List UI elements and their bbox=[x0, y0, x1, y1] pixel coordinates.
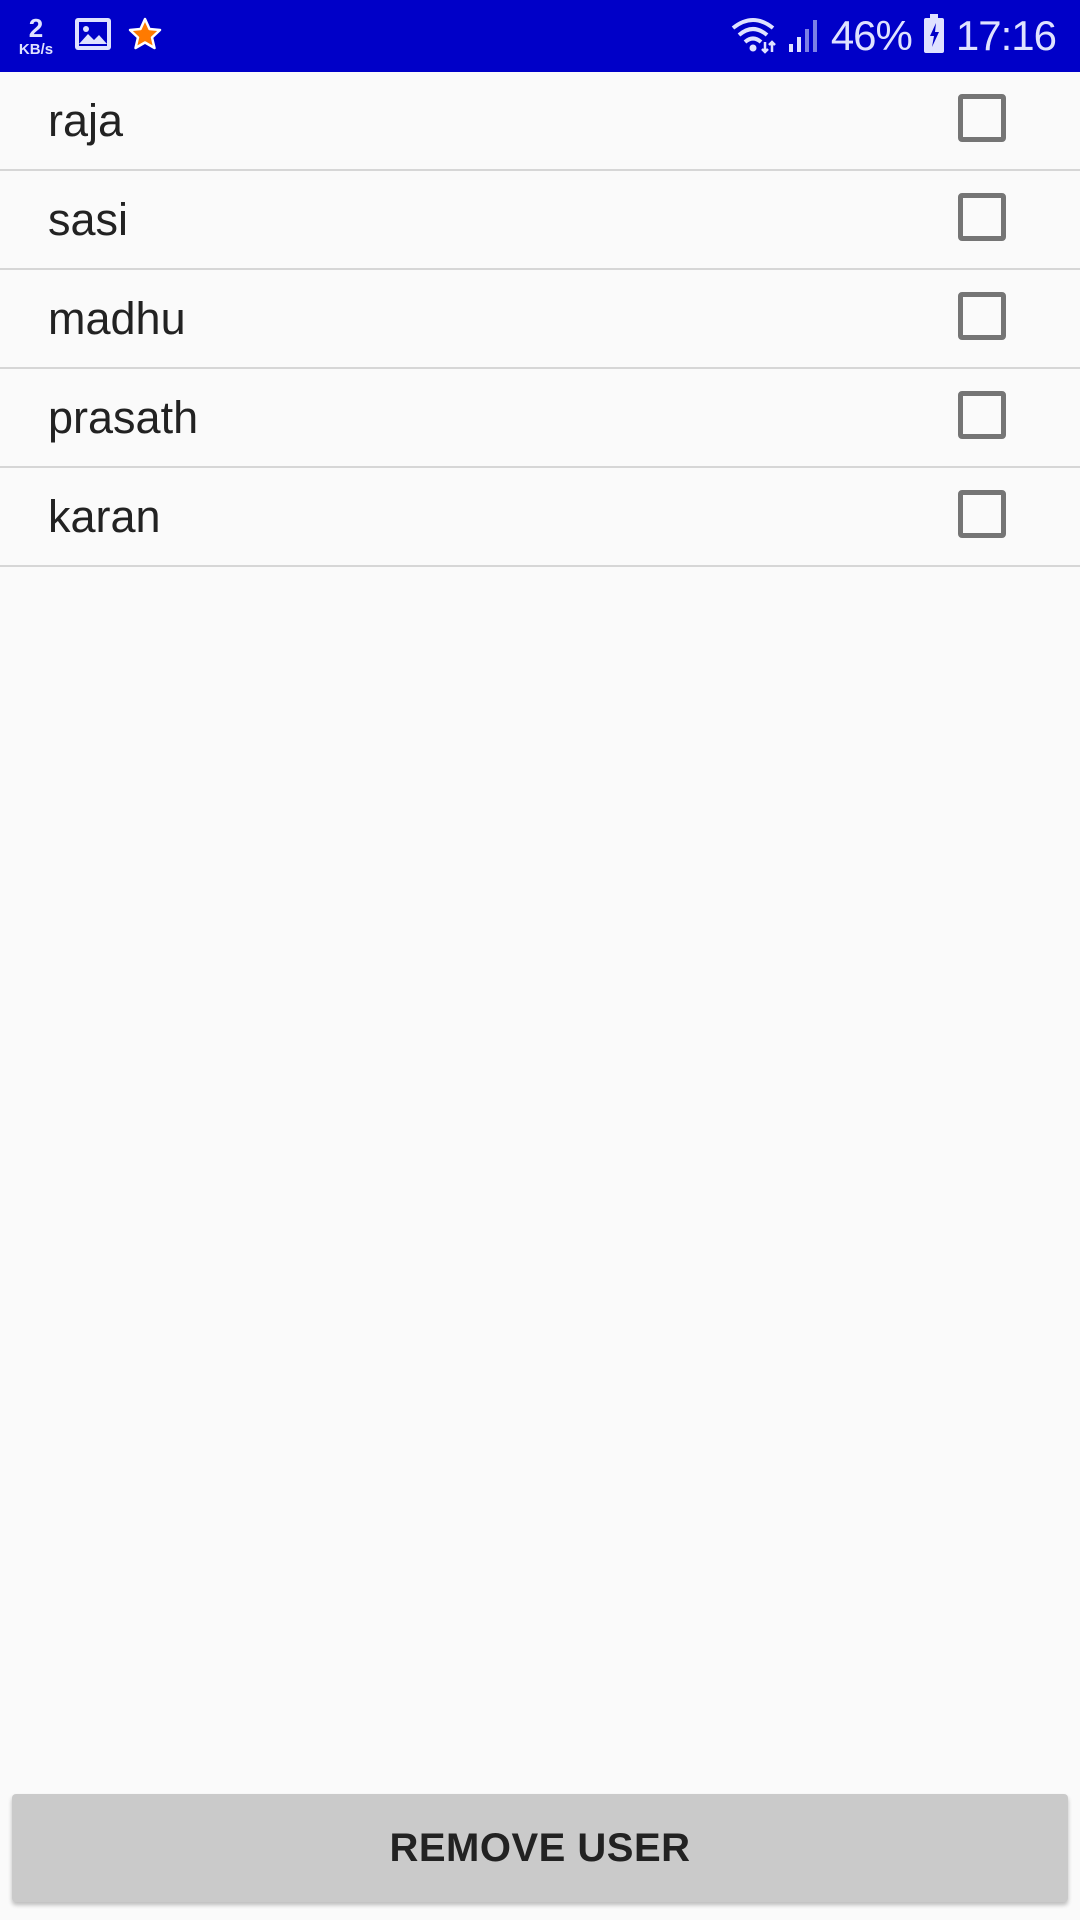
user-name: madhu bbox=[48, 293, 186, 344]
network-speed: 2 KB/s bbox=[14, 15, 58, 57]
user-name: prasath bbox=[48, 392, 199, 443]
user-checkbox[interactable] bbox=[958, 490, 1006, 538]
user-name: sasi bbox=[48, 194, 129, 245]
clock: 17:16 bbox=[955, 12, 1057, 59]
wifi-icon bbox=[729, 14, 777, 59]
status-bar-left: 2 KB/s bbox=[14, 0, 162, 72]
user-checkbox[interactable] bbox=[958, 193, 1006, 241]
user-list: raja sasi madhu prasath karan bbox=[0, 72, 1080, 567]
star-icon bbox=[128, 17, 162, 56]
list-item[interactable]: prasath bbox=[0, 369, 1080, 468]
battery-icon bbox=[922, 13, 946, 60]
battery-percent: 46% bbox=[830, 12, 913, 59]
remove-user-button[interactable]: REMOVE USER bbox=[12, 1794, 1068, 1902]
user-checkbox[interactable] bbox=[958, 292, 1006, 340]
list-item[interactable]: sasi bbox=[0, 171, 1080, 270]
network-speed-value: 2 bbox=[28, 13, 44, 43]
user-checkbox[interactable] bbox=[958, 391, 1006, 439]
user-checkbox[interactable] bbox=[958, 94, 1006, 142]
status-bar-right: 46% 17:16 bbox=[729, 0, 1057, 72]
user-name: raja bbox=[48, 95, 124, 146]
list-item[interactable]: raja bbox=[0, 72, 1080, 171]
signal-icon bbox=[787, 14, 821, 59]
image-icon bbox=[74, 17, 112, 56]
status-bar: 2 KB/s 46% 17:16 bbox=[0, 0, 1080, 72]
network-speed-unit: KB/s bbox=[18, 41, 54, 58]
user-name: karan bbox=[48, 491, 161, 542]
list-item[interactable]: madhu bbox=[0, 270, 1080, 369]
list-item[interactable]: karan bbox=[0, 468, 1080, 567]
